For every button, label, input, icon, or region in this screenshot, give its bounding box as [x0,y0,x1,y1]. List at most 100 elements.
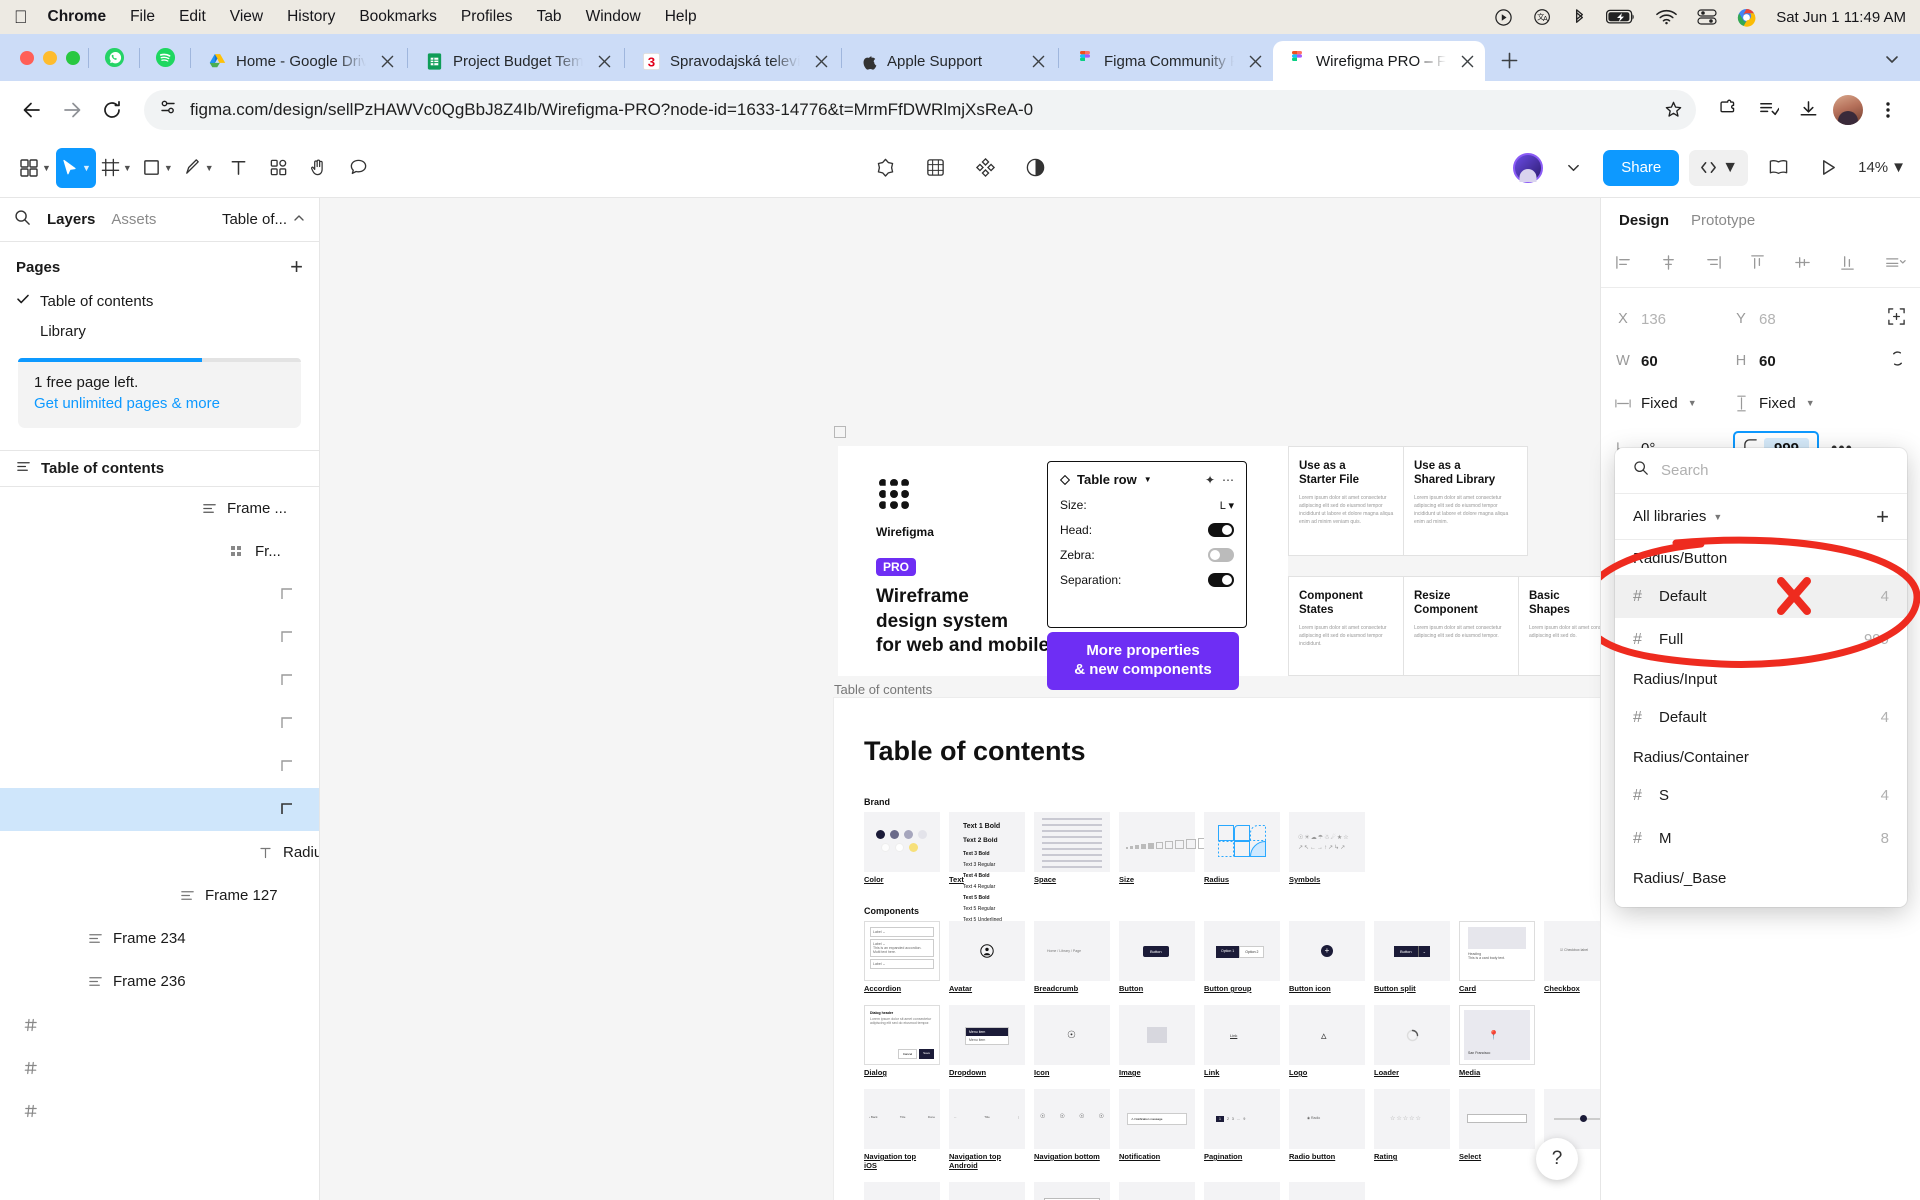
horizontal-resizing-field[interactable]: Fixed ▼ [1615,395,1733,412]
tile-text-area[interactable]: Text area [1034,1182,1110,1200]
info-card-shared-library[interactable]: Use as a Shared Library Lorem ipsum dolor… [1403,446,1528,556]
card-prop-head[interactable]: Head: [1060,523,1234,537]
layer-row-selected[interactable] [0,788,319,831]
dropdown-item-container-s[interactable]: # S 4 [1615,774,1907,817]
extensions-icon[interactable] [1710,92,1746,128]
chevron-down-icon[interactable] [1553,148,1593,188]
proportion-lock-icon[interactable] [1889,349,1906,373]
distribute-icon[interactable] [1884,254,1906,276]
tile-image[interactable]: Image [1119,1005,1195,1077]
tile-navigation-bottom[interactable]: ☉ ☉ ☉ ☉ Navigation bottom [1034,1089,1110,1170]
close-tab-button[interactable] [592,49,616,73]
align-left-icon[interactable] [1615,254,1632,276]
pinned-tab-spotify[interactable] [142,38,188,78]
tile-text[interactable]: Text 1 Bold Text 2 Bold Text 3 Bold Text 3… [949,812,1025,923]
comment-tool[interactable] [339,148,379,188]
layer-row[interactable] [0,659,319,702]
tile-symbols[interactable]: ☉☀☁☂☃☄★☆ ↗↖←→↑↗↳↗ Symbols [1289,812,1365,884]
dev-mode-toggle[interactable]: ▼ [1689,149,1749,186]
browser-tab-project-budget[interactable]: Project Budget Temp [410,41,622,81]
tile-toggle[interactable]: Toggle [1204,1182,1280,1200]
dropdown-item-button-default[interactable]: # Default 4 [1615,575,1907,618]
tile-card[interactable]: Heading This is a card body text. Card [1459,921,1535,993]
layers-root-row[interactable]: Table of contents [0,450,319,486]
tile-navigation-top-android[interactable]: ← Title ⋮ Navigation top Android [949,1089,1025,1170]
collaborator-avatar[interactable] [1513,152,1544,183]
align-horizontal-center-icon[interactable] [1660,254,1677,276]
layer-row[interactable]: Frame 127 [0,874,319,917]
tile-radio-button[interactable]: ◉ Radio Radio button [1289,1089,1365,1170]
close-tab-button[interactable] [1455,49,1479,73]
tab-search-chevron-icon[interactable] [1878,45,1906,73]
menu-window[interactable]: Window [586,8,641,26]
tile-size[interactable]: Size [1119,812,1209,884]
page-item-library[interactable]: Library [0,316,319,346]
site-settings-icon[interactable] [158,97,178,122]
x-field[interactable]: X 136 [1615,311,1733,328]
align-top-icon[interactable] [1749,254,1766,276]
promo-upgrade-link[interactable]: Get unlimited pages & more [34,395,285,412]
move-tool[interactable]: ▼ [55,147,96,188]
tile-notification[interactable]: ⚠ Notification message Notification [1119,1089,1195,1170]
frame-tool[interactable]: ▼ [96,148,137,188]
tile-media[interactable]: San Francisco 📍 Media [1459,1005,1535,1077]
figma-canvas[interactable]: Wirefigma PRO Wireframe design system for … [320,198,1600,1200]
tile-dialog[interactable]: Dialog header Lorem ipsum dolor sit amet … [864,1005,940,1077]
menu-view[interactable]: View [230,8,263,26]
layer-row[interactable] [0,1046,319,1089]
apple-menu-icon[interactable]:  [14,8,28,26]
tab-design[interactable]: Design [1619,212,1669,229]
card-prop-separation[interactable]: Separation: [1060,573,1234,587]
profile-avatar[interactable] [1830,92,1866,128]
page-item-table-of-contents[interactable]: Table of contents [0,286,319,316]
tile-text-input[interactable]: Text input [1119,1182,1195,1200]
tile-radius[interactable]: Radius [1204,812,1280,884]
browser-tab-spravodajska[interactable]: 3 Spravodajská televíz [627,41,839,81]
toggle-switch-on[interactable] [1208,523,1234,537]
resources-tool[interactable] [259,148,299,188]
play-circle-icon[interactable] [1494,8,1513,27]
menu-history[interactable]: History [287,8,335,26]
bluetooth-icon[interactable] [1573,8,1586,27]
chrome-menu-icon[interactable] [1870,92,1906,128]
tab-layers[interactable]: Layers [47,211,95,228]
card-prop-size[interactable]: Size: L ▾ [1060,498,1234,512]
dropdown-item-container-m[interactable]: # M 8 [1615,817,1907,860]
dropdown-item-button-full[interactable]: # Full 999 [1615,618,1907,661]
table-of-contents-board[interactable]: Table of contents Brand Color Text 1 Bol… [834,698,1600,1200]
more-icon[interactable]: ⋯ [1222,473,1234,487]
card-prop-zebra[interactable]: Zebra: [1060,548,1234,562]
info-card-starter-file[interactable]: Use as a Starter File Lorem ipsum dolor s… [1288,446,1413,556]
layer-row[interactable]: Frame ... [0,487,319,530]
layer-row[interactable] [0,616,319,659]
dropdown-libraries-row[interactable]: All libraries ▼ + [1615,494,1907,540]
tile-avatar[interactable]: Avatar [949,921,1025,993]
info-card-basic-shapes[interactable]: Basic Shapes Lorem ipsum dolor sit amet c… [1518,576,1600,676]
tab-prototype[interactable]: Prototype [1691,212,1755,229]
close-window-button[interactable] [20,50,34,65]
download-icon[interactable] [1790,92,1826,128]
tile-logo[interactable]: ▵ Logo [1289,1005,1365,1077]
help-button[interactable]: ? [1536,1138,1578,1180]
dropdown-search-row[interactable]: Search [1615,448,1907,494]
search-icon[interactable] [14,209,31,231]
tile-breadcrumb[interactable]: Home / Library / Page Breadcrumb [1034,921,1110,993]
align-bottom-icon[interactable] [1839,254,1856,276]
tile-pagination[interactable]: 1 2 3… 9 Pagination [1204,1089,1280,1170]
zoom-level-control[interactable]: 14% ▼ [1858,159,1906,176]
share-button[interactable]: Share [1603,149,1680,186]
tile-button[interactable]: Button Button [1119,921,1195,993]
tab-assets[interactable]: Assets [111,211,156,228]
canvas-frame-label[interactable]: Table of contents [834,682,932,697]
layer-row[interactable]: Frame 234 [0,917,319,960]
figma-main-menu-button[interactable]: ▼ [14,148,56,188]
menu-file[interactable]: File [130,8,155,26]
maximize-window-button[interactable] [66,50,80,65]
menu-edit[interactable]: Edit [179,8,206,26]
menu-help[interactable]: Help [665,8,697,26]
create-variable-button[interactable]: + [1876,505,1889,528]
tile-navigation-top-ios[interactable]: ‹ Back Title Done Navigation top iOS [864,1089,940,1170]
layer-row[interactable] [0,702,319,745]
table-row-property-card[interactable]: Table row ▼ ✦ ⋯ Size: L ▾ Head: Zebra: S… [1047,461,1247,628]
close-tab-button[interactable] [1243,49,1267,73]
